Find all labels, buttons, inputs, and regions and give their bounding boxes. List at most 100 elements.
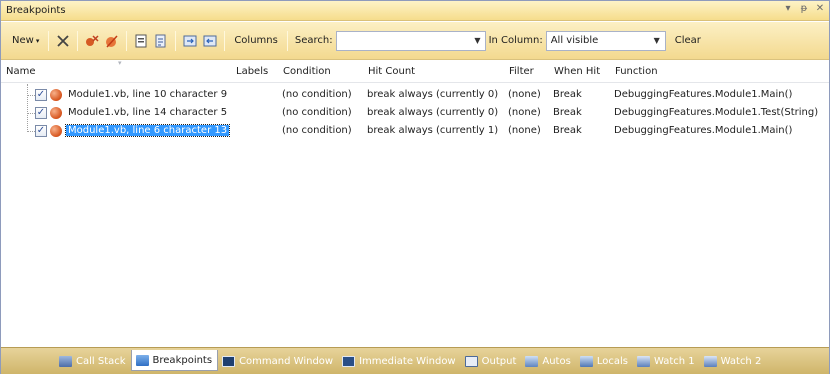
tab-label: Watch 2 bbox=[720, 355, 762, 367]
columns-label: Columns bbox=[234, 35, 278, 46]
breakpoint-enabled-checkbox[interactable]: ✓ bbox=[35, 107, 47, 119]
clear-button[interactable]: Clear bbox=[670, 30, 706, 52]
tab-label: Call Stack bbox=[76, 355, 126, 367]
column-header-row: Name ▾ Labels Condition Hit Count Filter… bbox=[1, 59, 829, 83]
tab-immediate-window[interactable]: Immediate Window bbox=[338, 351, 461, 371]
tab-watch-1[interactable]: Watch 1 bbox=[633, 351, 700, 371]
go-to-disassembly-icon[interactable] bbox=[152, 32, 170, 50]
breakpoints-icon bbox=[135, 354, 149, 366]
row-filter: (none) bbox=[508, 89, 541, 100]
new-breakpoint-button[interactable]: New ▾ bbox=[7, 30, 44, 52]
tab-label: Breakpoints bbox=[152, 354, 213, 366]
column-header-hit-count[interactable]: Hit Count bbox=[367, 66, 415, 77]
search-label: Search: bbox=[294, 35, 333, 46]
output-icon bbox=[464, 355, 478, 367]
autos-icon bbox=[525, 355, 539, 367]
command-window-icon bbox=[222, 355, 236, 367]
immediate-window-icon bbox=[342, 355, 356, 367]
column-header-condition[interactable]: Condition bbox=[282, 66, 331, 77]
title-controls: ▾ ᵽ ✕ bbox=[783, 3, 825, 14]
delete-icon[interactable] bbox=[54, 32, 72, 50]
breakpoints-window: Breakpoints ▾ ᵽ ✕ New ▾ Columns Search: … bbox=[0, 0, 830, 374]
breakpoint-enabled-checkbox[interactable]: ✓ bbox=[35, 125, 47, 137]
in-column-label: In Column: bbox=[488, 35, 543, 46]
go-to-source-icon[interactable] bbox=[132, 32, 150, 50]
breakpoint-icon bbox=[50, 107, 62, 119]
row-when-hit: Break bbox=[553, 89, 582, 100]
table-row[interactable]: ✓ Module1.vb, line 10 character 9 (no co… bbox=[1, 86, 829, 104]
sort-indicator-icon: ▾ bbox=[118, 59, 122, 67]
row-name: Module1.vb, line 14 character 5 bbox=[68, 107, 228, 118]
row-filter: (none) bbox=[508, 125, 541, 136]
row-hit-count: break always (currently 1) bbox=[367, 125, 499, 136]
column-header-when-hit[interactable]: When Hit bbox=[553, 66, 600, 77]
search-input[interactable]: ▼ bbox=[335, 30, 486, 51]
chevron-down-icon: ▾ bbox=[35, 36, 40, 45]
row-condition: (no condition) bbox=[282, 125, 352, 136]
chevron-down-icon: ▼ bbox=[653, 35, 660, 45]
row-when-hit: Break bbox=[553, 125, 582, 136]
window-position-dropdown-icon[interactable]: ▾ bbox=[783, 3, 793, 14]
export-icon[interactable] bbox=[181, 32, 199, 50]
tab-label: Command Window bbox=[239, 355, 334, 367]
tab-call-stack[interactable]: Call Stack bbox=[55, 351, 131, 371]
tab-watch-2[interactable]: Watch 2 bbox=[700, 351, 767, 371]
row-hit-count: break always (currently 0) bbox=[367, 89, 499, 100]
tab-breakpoints[interactable]: Breakpoints bbox=[130, 350, 219, 371]
toolbar-separator bbox=[48, 30, 50, 51]
breakpoint-icon bbox=[50, 125, 62, 137]
column-header-name[interactable]: Name bbox=[5, 66, 36, 77]
in-column-select[interactable]: All visible ▼ bbox=[545, 30, 666, 51]
row-name: Module1.vb, line 6 character 13 bbox=[64, 124, 231, 137]
row-function: DebuggingFeatures.Module1.Test(String) bbox=[614, 107, 819, 118]
table-row-selected[interactable]: ✓ Module1.vb, line 6 character 13 (no co… bbox=[1, 122, 829, 140]
row-name: Module1.vb, line 10 character 9 bbox=[68, 89, 228, 100]
disable-all-breakpoints-icon[interactable] bbox=[103, 32, 121, 50]
locals-icon bbox=[579, 355, 593, 367]
toolbar-separator bbox=[77, 30, 79, 51]
toolbar: New ▾ Columns Search: ▼ In Column: All v… bbox=[1, 22, 829, 60]
row-function: DebuggingFeatures.Module1.Main() bbox=[614, 125, 793, 136]
column-header-labels[interactable]: Labels bbox=[235, 66, 268, 77]
tab-autos[interactable]: Autos bbox=[521, 351, 575, 371]
window-title: Breakpoints bbox=[6, 5, 66, 16]
in-column-value: All visible bbox=[550, 35, 599, 46]
call-stack-icon bbox=[59, 355, 72, 367]
breakpoint-enabled-checkbox[interactable]: ✓ bbox=[35, 89, 47, 101]
watch-icon bbox=[636, 355, 650, 367]
delete-all-breakpoints-icon[interactable] bbox=[83, 32, 101, 50]
row-condition: (no condition) bbox=[282, 107, 352, 118]
tab-label: Autos bbox=[542, 355, 571, 367]
tab-locals[interactable]: Locals bbox=[576, 351, 633, 371]
tab-label: Output bbox=[481, 355, 517, 367]
row-condition: (no condition) bbox=[282, 89, 352, 100]
toolbar-separator bbox=[126, 30, 128, 51]
new-button-label: New bbox=[12, 35, 34, 46]
title-bar: Breakpoints ▾ ᵽ ✕ bbox=[1, 1, 829, 21]
tab-command-window[interactable]: Command Window bbox=[218, 351, 338, 371]
row-filter: (none) bbox=[508, 107, 541, 118]
import-icon[interactable] bbox=[201, 32, 219, 50]
close-icon[interactable]: ✕ bbox=[815, 3, 825, 14]
auto-hide-pin-icon[interactable]: ᵽ bbox=[799, 3, 809, 14]
clear-label: Clear bbox=[674, 35, 701, 46]
toolbar-separator bbox=[175, 30, 177, 51]
column-header-function[interactable]: Function bbox=[614, 66, 658, 77]
tree-line bbox=[27, 131, 35, 132]
tree-line bbox=[27, 113, 35, 114]
breakpoint-icon bbox=[50, 89, 62, 101]
tab-label: Locals bbox=[596, 355, 628, 367]
tab-label: Immediate Window bbox=[359, 355, 456, 367]
tab-output[interactable]: Output bbox=[461, 351, 522, 371]
table-row[interactable]: ✓ Module1.vb, line 14 character 5 (no co… bbox=[1, 104, 829, 122]
toolbar-separator bbox=[224, 30, 226, 51]
tab-label: Watch 1 bbox=[653, 355, 695, 367]
watch-icon bbox=[703, 355, 717, 367]
bottom-tab-strip: Call Stack Breakpoints Command Window Im… bbox=[1, 347, 829, 374]
row-when-hit: Break bbox=[553, 107, 582, 118]
columns-button[interactable]: Columns bbox=[229, 30, 283, 52]
row-hit-count: break always (currently 0) bbox=[367, 107, 499, 118]
tree-line bbox=[27, 95, 35, 96]
column-header-filter[interactable]: Filter bbox=[508, 66, 534, 77]
search-dropdown-icon[interactable]: ▼ bbox=[474, 36, 480, 45]
